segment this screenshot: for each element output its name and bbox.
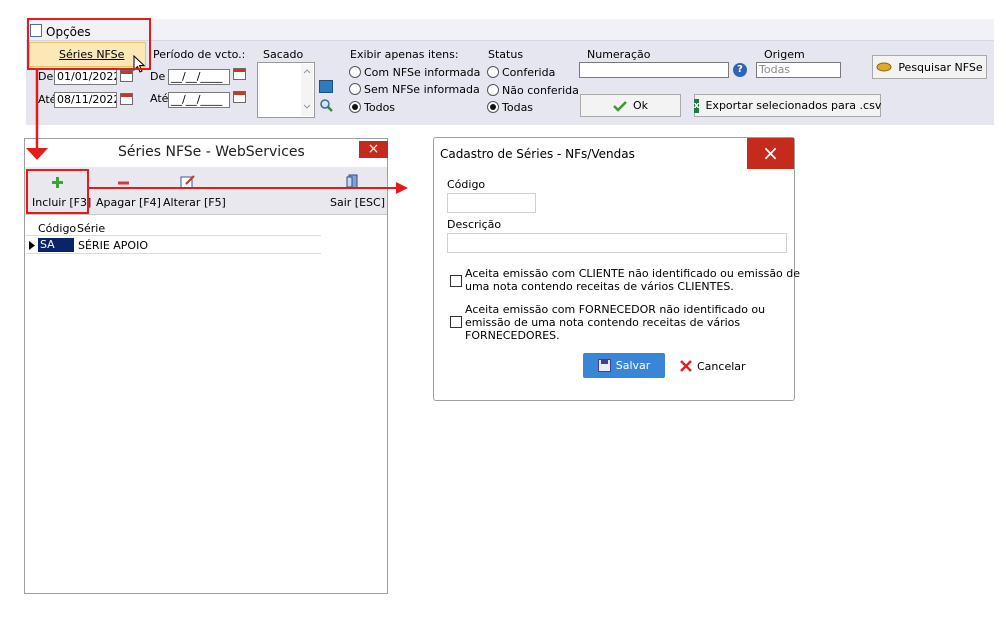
annotation-arrows [26, 70, 408, 194]
